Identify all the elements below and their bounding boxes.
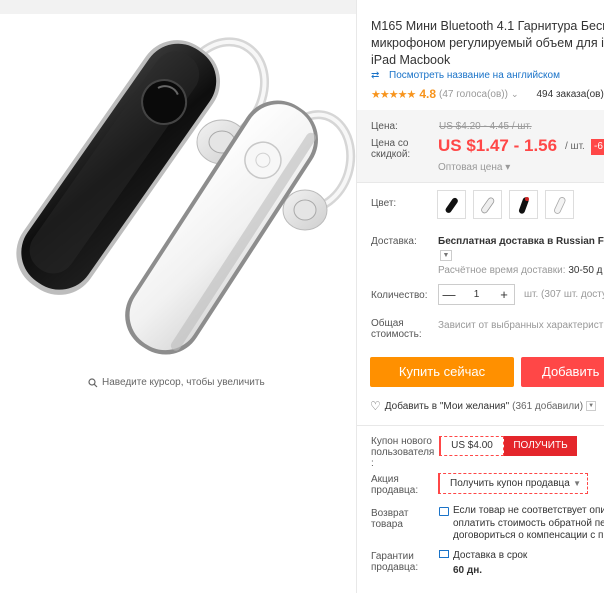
delivery-time: Расчётное время доставки: 30-50 д	[438, 265, 603, 276]
new-user-coupon-label: Купон нового пользователя :	[371, 436, 435, 469]
guarantee-label: Гарантии продавца:	[371, 551, 419, 573]
chevron-down-icon: ▼	[573, 479, 581, 488]
title-line: iPad Macbook	[371, 53, 451, 67]
delivery-truck-icon	[439, 550, 449, 558]
color-swatch-black[interactable]	[437, 190, 466, 219]
quantity-input[interactable]: 1	[459, 289, 494, 300]
buy-now-button[interactable]: Купить сейчас	[370, 357, 514, 387]
product-info: M165 Мини Bluetooth 4.1 Гарнитура Бесп м…	[357, 0, 604, 593]
shipping-free-text: Бесплатная доставка в	[438, 236, 554, 247]
color-swatch-white-silver[interactable]	[545, 190, 574, 219]
discount-badge: -6	[591, 139, 604, 155]
returns-line: Если товар не соответствует опи	[453, 505, 604, 516]
delivery-time-label: Расчётное время доставки:	[438, 265, 566, 276]
quantity-minus-button[interactable]: —	[439, 287, 459, 302]
zoom-hint: Наведите курсор, чтобы увеличить	[88, 377, 265, 388]
quantity-plus-button[interactable]: +	[494, 287, 514, 302]
color-label: Цвет:	[371, 198, 397, 209]
orders-count: 494 заказа(ов)	[536, 88, 604, 100]
price-unit: / шт.	[565, 141, 585, 152]
delivery-time-value: 30-50 д	[568, 265, 603, 276]
shipping-destination[interactable]: Russian Fed	[556, 236, 604, 247]
seller-promo-label: Акция продавца:	[371, 474, 419, 496]
product-title: M165 Мини Bluetooth 4.1 Гарнитура Бесп м…	[371, 18, 604, 69]
product-image[interactable]	[0, 14, 357, 374]
chevron-down-icon[interactable]: ⌄	[511, 89, 519, 100]
quantity-label: Количество:	[371, 290, 428, 301]
translate-link[interactable]: ⇄ Посмотреть название на английском	[371, 70, 560, 81]
chevron-down-icon[interactable]: ▼	[586, 401, 597, 411]
price-label: Цена:	[371, 121, 398, 132]
seller-coupon-dropdown[interactable]: Получить купон продавца ▼	[438, 473, 588, 494]
guarantee-text: Доставка в срок	[453, 550, 528, 561]
divider	[357, 182, 604, 183]
magnifier-icon	[88, 377, 98, 387]
guarantee-days: 60 дн.	[453, 565, 483, 576]
chevron-down-icon[interactable]: ▼	[440, 250, 452, 261]
quantity-available: шт. (307 шт. досту	[524, 289, 604, 300]
translate-icon: ⇄	[371, 70, 380, 81]
wishlist-link[interactable]: ♡ Добавить в "Мои желания" (361 добавили…	[370, 399, 597, 413]
add-to-cart-button[interactable]: Добавить	[521, 357, 604, 387]
color-swatch-white[interactable]	[473, 190, 502, 219]
quantity-stepper[interactable]: — 1 +	[438, 284, 515, 305]
zoom-hint-text: Наведите курсор, чтобы увеличить	[102, 377, 265, 388]
wishlist-count: (361 добавили)	[512, 400, 584, 412]
seller-coupon-text[interactable]: Получить купон продавца	[450, 478, 570, 489]
heart-icon: ♡	[370, 399, 381, 413]
star-rating-icon: ★★★★★	[371, 88, 416, 101]
total-label: Общая стоимость:	[371, 318, 422, 340]
discount-price-label: Цена со скидкой:	[371, 138, 411, 160]
color-swatches	[437, 190, 574, 219]
top-strip	[0, 0, 357, 14]
original-price: US $4.20 - 4.45 / шт.	[439, 121, 532, 132]
returns-line: оплатить стоимость обратной пер	[453, 517, 604, 529]
returns-text: Если товар не соответствует опи оплатить…	[453, 505, 604, 543]
translate-link-text[interactable]: Посмотреть название на английском	[389, 70, 560, 81]
returns-line: договориться о компенсации с п	[453, 530, 604, 541]
shipping-label: Доставка:	[371, 236, 417, 247]
new-user-coupon-value: US $4.00	[439, 436, 504, 456]
rating-row: ★★★★★ 4.8 (47 голоса(ов)) ⌄ 494 заказа(о…	[371, 87, 604, 101]
return-policy-icon	[439, 507, 449, 516]
color-swatch-black-red[interactable]	[509, 190, 538, 219]
title-line: микрофоном регулируемый объем для iP	[371, 36, 604, 50]
get-coupon-button[interactable]: ПОЛУЧИТЬ	[504, 436, 577, 456]
product-gallery: Наведите курсор, чтобы увеличить	[0, 0, 357, 593]
votes-link[interactable]: (47 голоса(ов))	[439, 89, 508, 100]
total-value: Зависит от выбранных характеристи	[438, 320, 604, 331]
rating-value: 4.8	[419, 87, 436, 101]
divider	[357, 425, 604, 426]
wholesale-price-dropdown[interactable]: Оптовая цена ▾	[438, 162, 510, 173]
shipping-info: Бесплатная доставка в Russian Fed	[438, 236, 604, 247]
title-line: M165 Мини Bluetooth 4.1 Гарнитура Бесп	[371, 19, 604, 33]
returns-label: Возврат товара	[371, 508, 409, 530]
current-price: US $1.47 - 1.56	[438, 136, 558, 155]
wishlist-text[interactable]: Добавить в "Мои желания"	[385, 401, 509, 412]
